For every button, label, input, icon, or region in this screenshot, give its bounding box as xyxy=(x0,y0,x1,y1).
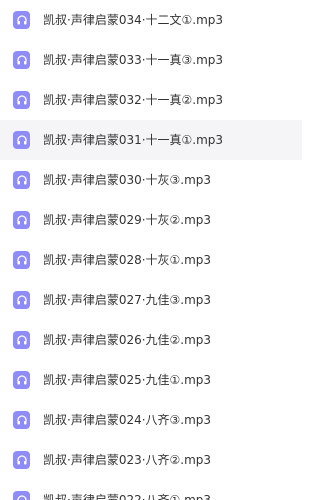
file-row[interactable]: 凯叔·声律启蒙027·九佳③.mp3 xyxy=(0,280,302,320)
file-name: 凯叔·声律启蒙029·十灰②.mp3 xyxy=(43,213,212,227)
file-name: 凯叔·声律启蒙025·九佳①.mp3 xyxy=(43,373,212,387)
file-name: 凯叔·声律启蒙030·十灰③.mp3 xyxy=(43,173,212,187)
file-row[interactable]: 凯叔·声律启蒙031·十一真①.mp3 xyxy=(0,120,302,160)
file-name: 凯叔·声律启蒙026·九佳②.mp3 xyxy=(43,333,212,347)
file-row[interactable]: 凯叔·声律启蒙030·十灰③.mp3 xyxy=(0,160,302,200)
file-name: 凯叔·声律启蒙034·十二文①.mp3 xyxy=(43,13,224,27)
file-row[interactable]: 凯叔·声律启蒙026·九佳②.mp3 xyxy=(0,320,302,360)
headphones-icon xyxy=(13,131,30,149)
headphones-icon xyxy=(13,291,30,309)
headphones-icon xyxy=(13,251,30,269)
file-name: 凯叔·声律启蒙022·八齐①.mp3 xyxy=(43,493,212,500)
file-row[interactable]: 凯叔·声律启蒙034·十二文①.mp3 xyxy=(0,0,302,40)
headphones-icon xyxy=(13,331,30,349)
file-name: 凯叔·声律启蒙028·十灰①.mp3 xyxy=(43,253,212,267)
file-name: 凯叔·声律启蒙033·十一真③.mp3 xyxy=(43,53,224,67)
headphones-icon xyxy=(13,411,30,429)
headphones-icon xyxy=(13,371,30,389)
file-row[interactable]: 凯叔·声律启蒙032·十一真②.mp3 xyxy=(0,80,302,120)
headphones-icon xyxy=(13,451,30,469)
headphones-icon xyxy=(13,11,30,29)
file-row[interactable]: 凯叔·声律启蒙022·八齐①.mp3 xyxy=(0,480,302,500)
file-name: 凯叔·声律启蒙031·十一真①.mp3 xyxy=(43,133,224,147)
file-row[interactable]: 凯叔·声律启蒙025·九佳①.mp3 xyxy=(0,360,302,400)
headphones-icon xyxy=(13,211,30,229)
file-name: 凯叔·声律启蒙027·九佳③.mp3 xyxy=(43,293,212,307)
file-row[interactable]: 凯叔·声律启蒙023·八齐②.mp3 xyxy=(0,440,302,480)
file-list: 凯叔·声律启蒙034·十二文①.mp3 凯叔·声律启蒙033·十一真③.mp3 … xyxy=(0,0,302,500)
headphones-icon xyxy=(13,491,30,500)
file-row[interactable]: 凯叔·声律启蒙028·十灰①.mp3 xyxy=(0,240,302,280)
headphones-icon xyxy=(13,51,30,69)
file-name: 凯叔·声律启蒙024·八齐③.mp3 xyxy=(43,413,212,427)
file-row[interactable]: 凯叔·声律启蒙033·十一真③.mp3 xyxy=(0,40,302,80)
file-row[interactable]: 凯叔·声律启蒙029·十灰②.mp3 xyxy=(0,200,302,240)
file-name: 凯叔·声律启蒙023·八齐②.mp3 xyxy=(43,453,212,467)
headphones-icon xyxy=(13,171,30,189)
headphones-icon xyxy=(13,91,30,109)
file-name: 凯叔·声律启蒙032·十一真②.mp3 xyxy=(43,93,224,107)
file-row[interactable]: 凯叔·声律启蒙024·八齐③.mp3 xyxy=(0,400,302,440)
